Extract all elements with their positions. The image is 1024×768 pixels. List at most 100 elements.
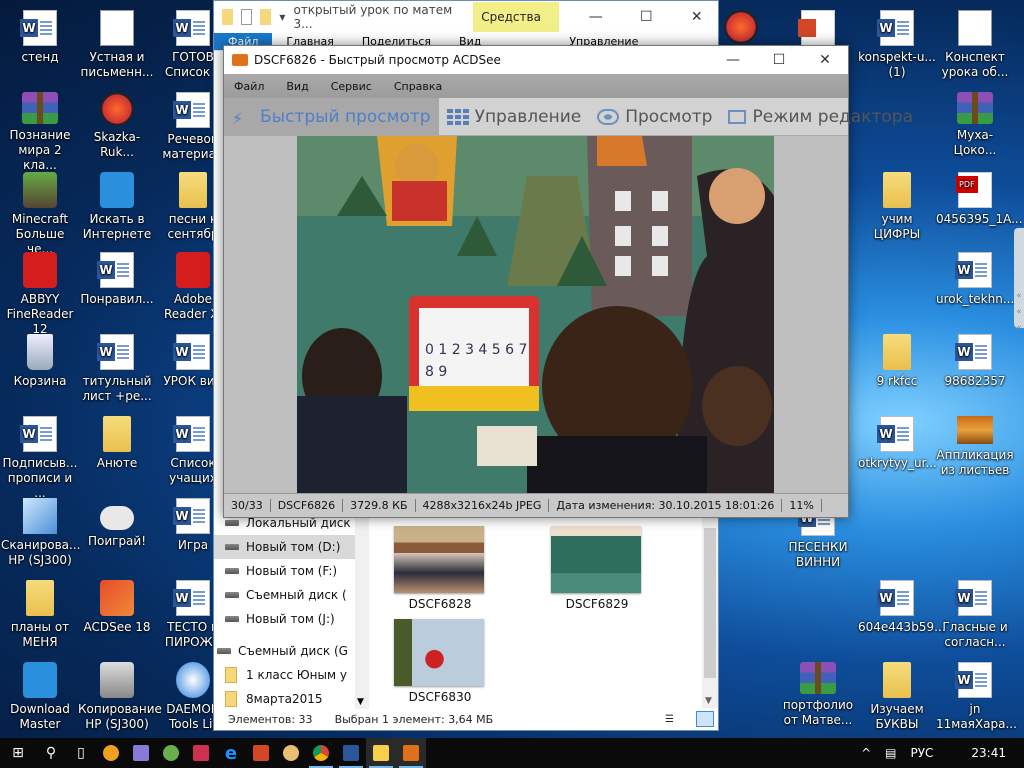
desktop-icon[interactable]: Устная и письменн...: [78, 10, 156, 80]
show-hidden-icons-chevron[interactable]: ^: [861, 746, 871, 760]
file-thumbnail[interactable]: DSCF6829: [551, 526, 643, 611]
menu-help[interactable]: Справка: [394, 80, 442, 93]
desktop-icon[interactable]: 0456395_1A...: [936, 172, 1023, 227]
desktop-icon-label: konspekt-u... (1): [858, 50, 936, 79]
desktop-icon[interactable]: портфолио от Матве...: [779, 662, 857, 728]
folder-icon: [225, 667, 237, 683]
powerpoint-icon[interactable]: [246, 738, 276, 768]
desktop-icon[interactable]: [779, 10, 857, 50]
mode-quick-view[interactable]: ⚡ Быстрый просмотр: [224, 98, 439, 135]
desktop-icon[interactable]: Поиграй!: [78, 498, 156, 549]
desktop-icon[interactable]: konspekt-u... (1): [858, 10, 936, 80]
nav-item[interactable]: Новый том (F:): [214, 559, 359, 583]
desktop-icon[interactable]: 9 rkfcc: [858, 334, 936, 389]
desktop-icon[interactable]: учим ЦИФРЫ: [858, 172, 936, 242]
acdsee-taskbar-icon[interactable]: [396, 738, 426, 768]
desktop-icon[interactable]: Изучаем БУКВЫ: [858, 662, 936, 732]
nav-item-label: Съемный диск (G: [238, 644, 348, 658]
file-view-scrollbar[interactable]: ▼: [702, 518, 718, 708]
desktop-icon[interactable]: otkrytyy_ur...: [858, 416, 937, 471]
word-file-icon: [955, 252, 992, 288]
mode-view[interactable]: Просмотр: [589, 98, 720, 135]
desktop-icon[interactable]: Подписыв... прописи и ...: [1, 416, 79, 501]
folder-file-icon: [883, 334, 911, 370]
desktop-icon[interactable]: jn 11маяХара...: [936, 662, 1017, 732]
start-button[interactable]: ⊞: [0, 738, 36, 768]
desktop-icon[interactable]: Искать в Интернете: [78, 172, 156, 242]
desktop-icon[interactable]: ACDSee 18: [78, 580, 156, 635]
clock[interactable]: 23:41: [971, 746, 1006, 760]
details-view-icon[interactable]: ☰: [665, 714, 674, 725]
minimize-button[interactable]: —: [575, 9, 618, 25]
desktop-icon[interactable]: urok_tekhn...: [936, 252, 1014, 307]
desktop-icon-label: планы от МЕНЯ: [10, 620, 70, 649]
folder-icon: [225, 691, 237, 707]
quick-access-dropdown-icon[interactable]: ▾: [279, 10, 285, 24]
search-icon[interactable]: ⚲: [36, 738, 66, 768]
desktop-icon[interactable]: стенд: [1, 10, 79, 65]
desktop-icon[interactable]: Аппликация из листьев: [936, 416, 1014, 478]
desktop-icon[interactable]: 98682357: [936, 334, 1014, 389]
mode-manage[interactable]: Управление: [439, 98, 590, 135]
item-count: Элементов: 33: [228, 712, 313, 726]
word-icon[interactable]: [336, 738, 366, 768]
maximize-button[interactable]: ☐: [756, 52, 802, 68]
desktop-icon[interactable]: ABBYY FineReader 12: [1, 252, 79, 337]
new-folder-icon[interactable]: [260, 9, 272, 25]
desktop-icon[interactable]: Копирование HP (SJ300): [78, 662, 162, 732]
desktop-icon[interactable]: Skazka-Ruk...: [78, 92, 156, 160]
zoom-level[interactable]: 11%: [782, 499, 822, 512]
nav-item[interactable]: Съемный диск (G: [214, 639, 359, 663]
desktop-icon[interactable]: Download Master: [1, 662, 79, 732]
file-explorer-icon[interactable]: [366, 738, 396, 768]
menu-view[interactable]: Вид: [286, 80, 308, 93]
edge-icon[interactable]: e: [216, 738, 246, 768]
nav-scrollbar[interactable]: ▼: [355, 511, 369, 709]
desktop-icon[interactable]: Муха-Цоко...: [936, 92, 1014, 158]
desktop-icon[interactable]: планы от МЕНЯ: [1, 580, 79, 650]
lightning-icon: ⚡: [232, 108, 244, 128]
side-panel-handle[interactable]: «««: [1014, 228, 1024, 333]
file-thumbnail[interactable]: DSCF6828: [394, 526, 486, 611]
image-viewport[interactable]: 0 1 2 3 4 5 6 7 8 9: [224, 136, 848, 494]
desktop-icon[interactable]: Понравил...: [78, 252, 156, 307]
desktop-icon[interactable]: Гласные и согласн...: [936, 580, 1014, 650]
language-indicator[interactable]: РУС: [910, 746, 933, 760]
desktop-icon[interactable]: Сканирова... HP (SJ300): [1, 498, 80, 568]
nav-item[interactable]: Съемный диск (: [214, 583, 359, 607]
file-thumbnail[interactable]: DSCF6830: [394, 619, 486, 704]
desktop-icon[interactable]: Познание мира 2 кла...: [1, 92, 79, 173]
properties-icon[interactable]: [241, 9, 253, 25]
chrome-icon[interactable]: [306, 738, 336, 768]
network-user-icon[interactable]: [276, 738, 306, 768]
maximize-button[interactable]: ☐: [625, 9, 668, 25]
app-file-icon: [100, 662, 134, 698]
close-button[interactable]: ✕: [802, 52, 848, 68]
close-button[interactable]: ✕: [676, 9, 719, 25]
menu-file[interactable]: Файл: [234, 80, 264, 93]
window-title: открытый урок по матем 3...: [293, 3, 453, 31]
mode-label: Режим редактора: [752, 106, 913, 127]
aimp-icon[interactable]: [96, 738, 126, 768]
desktop-icon[interactable]: Конспект урока об...: [936, 10, 1014, 80]
task-view-icon[interactable]: ▯: [66, 738, 96, 768]
desktop-icon[interactable]: 604e443b59...: [858, 580, 946, 635]
visual-studio-icon[interactable]: [126, 738, 156, 768]
menu-tools[interactable]: Сервис: [331, 80, 372, 93]
desktop-icon-label: Аппликация из листьев: [936, 448, 1014, 477]
notification-icon[interactable]: ▤: [885, 746, 896, 760]
save-disk-icon[interactable]: [186, 738, 216, 768]
desktop-icon[interactable]: Анюте: [78, 416, 156, 471]
nav-item[interactable]: Новый том (J:): [214, 607, 359, 631]
desktop-icon[interactable]: Корзина: [1, 334, 79, 389]
mode-edit[interactable]: Режим редактора: [720, 98, 921, 135]
nav-item[interactable]: Новый том (D:): [214, 535, 359, 559]
thumbnails-view-icon[interactable]: [696, 711, 714, 727]
desktop-icon[interactable]: Minecraft Больше че...: [1, 172, 79, 257]
thumbnail-image: [551, 526, 641, 593]
utorrent-icon[interactable]: [156, 738, 186, 768]
nav-item[interactable]: 1 класс Юным у: [214, 663, 359, 687]
acdsee-window: DSCF6826 - Быстрый просмотр ACDSee — ☐ ✕…: [223, 45, 913, 518]
minimize-button[interactable]: —: [710, 52, 756, 68]
desktop-icon[interactable]: титульный лист +ре...: [78, 334, 156, 404]
